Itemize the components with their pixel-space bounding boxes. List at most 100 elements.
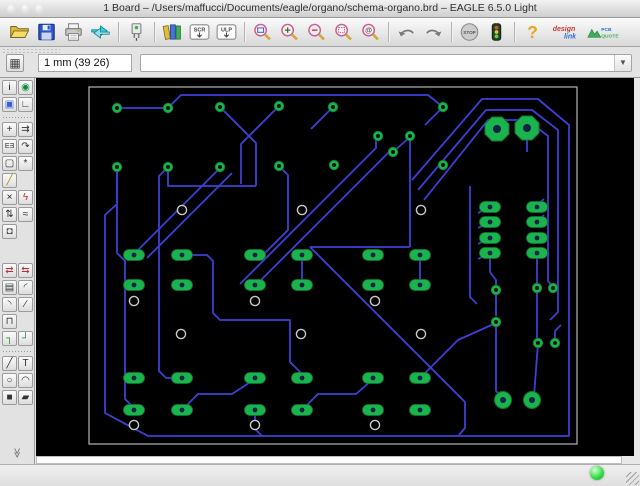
- pcb-drill-hole[interactable]: [249, 419, 261, 431]
- help-icon: ?: [527, 22, 538, 42]
- ripup-tool-button[interactable]: ϟ: [18, 190, 33, 205]
- delete-tool-button[interactable]: ×: [2, 190, 17, 205]
- pcb-trace[interactable]: [158, 166, 180, 379]
- pinswap-tool-button[interactable]: ⇄: [2, 263, 17, 278]
- library-button[interactable]: [160, 20, 185, 44]
- undo-button[interactable]: [394, 20, 419, 44]
- pcb-pad-hole: [332, 163, 336, 167]
- svg-text:STOP: STOP: [463, 30, 475, 35]
- run-ulp-button[interactable]: ULP: [214, 20, 239, 44]
- pcb-drill-hole[interactable]: [415, 328, 427, 340]
- rect-tool-button[interactable]: ■: [2, 390, 17, 405]
- signal-tool-button[interactable]: ⊓: [2, 314, 17, 329]
- cam-processor-button[interactable]: [88, 20, 113, 44]
- pcb-quote-button[interactable]: PCB QUOTE: [585, 20, 621, 44]
- wire-tool-button[interactable]: ╱: [2, 173, 17, 188]
- pcb-pad-hole: [493, 125, 501, 133]
- pcb-trace[interactable]: [249, 151, 390, 292]
- pcb-drill-hole[interactable]: [369, 295, 381, 307]
- gateswap-tool-button[interactable]: ⇆: [18, 263, 33, 278]
- pcb-trace[interactable]: [495, 322, 503, 398]
- wire2-tool-button[interactable]: ╱: [2, 356, 17, 371]
- pcb-trace[interactable]: [219, 106, 257, 186]
- pcb-drill-hole[interactable]: [249, 295, 261, 307]
- print-button[interactable]: [61, 20, 86, 44]
- mark-tool-button[interactable]: ∟: [18, 97, 33, 112]
- pcb-trace[interactable]: [240, 105, 280, 184]
- pcb-pad-hole: [534, 250, 540, 256]
- combo-dropdown-arrow[interactable]: ▼: [614, 55, 631, 71]
- pcb-drill-hole[interactable]: [295, 328, 307, 340]
- svg-text:design: design: [553, 26, 576, 33]
- smd-tool-button[interactable]: ▤: [2, 280, 17, 295]
- line-tool-button[interactable]: ∕: [18, 297, 33, 312]
- pcb-trace[interactable]: [104, 98, 570, 437]
- pcb-drill-hole[interactable]: [175, 328, 187, 340]
- run-script-button[interactable]: SCR: [187, 20, 212, 44]
- split-tool-button[interactable]: ⇅: [2, 207, 17, 222]
- toolbar-separator: [451, 22, 452, 42]
- display-tool-button[interactable]: ▣: [2, 97, 17, 112]
- board-outline[interactable]: [88, 86, 578, 445]
- pcb-pad-hole: [299, 282, 305, 288]
- pcb-drill-hole[interactable]: [296, 204, 308, 216]
- stop-button[interactable]: STOP: [457, 20, 482, 44]
- circle-tool-button[interactable]: ○: [2, 373, 17, 388]
- mirror-tool-button[interactable]: EƎ: [2, 139, 17, 154]
- pcb-drawing[interactable]: [36, 78, 634, 456]
- pcb-pad-hole: [277, 164, 281, 168]
- rotate-tool-button[interactable]: ↷: [18, 139, 33, 154]
- info-tool-button[interactable]: i: [2, 80, 17, 95]
- move-tool-button[interactable]: +: [2, 122, 17, 137]
- help-button[interactable]: ?: [520, 20, 545, 44]
- arc2-tool-button[interactable]: ◠: [18, 373, 33, 388]
- zoom-fit-button[interactable]: [250, 20, 275, 44]
- zoom-in-button[interactable]: [277, 20, 302, 44]
- save-button[interactable]: [34, 20, 59, 44]
- redo-button[interactable]: [421, 20, 446, 44]
- pcb-drill-hole[interactable]: [128, 295, 140, 307]
- pcb-trace[interactable]: [419, 322, 497, 379]
- resize-grip[interactable]: [626, 472, 639, 485]
- open-button[interactable]: [7, 20, 32, 44]
- pcb-drill-hole[interactable]: [128, 419, 140, 431]
- group-tool-button[interactable]: ▢: [2, 156, 17, 171]
- copy-tool-button[interactable]: ⇉: [18, 122, 33, 137]
- board-canvas[interactable]: [36, 78, 634, 456]
- ripup-route-tool-button[interactable]: ┘: [18, 331, 33, 346]
- toolbar-group: [6, 20, 114, 44]
- pcb-trace[interactable]: [469, 186, 478, 305]
- text-tool-button[interactable]: T: [18, 356, 33, 371]
- add-part-button[interactable]: [124, 20, 149, 44]
- arc-tool-button[interactable]: ◝: [2, 297, 17, 312]
- show-tool-button[interactable]: ◉: [18, 80, 33, 95]
- pcb-pad-hole: [179, 407, 185, 413]
- more-tools-button[interactable]: ≫: [10, 445, 24, 461]
- pcb-pad-hole: [252, 407, 258, 413]
- pcb-trace[interactable]: [301, 378, 374, 411]
- grid-button[interactable]: ▦: [6, 54, 24, 72]
- command-input[interactable]: [143, 55, 615, 73]
- design-link-button[interactable]: design link: [547, 20, 583, 44]
- optimize-tool-button[interactable]: ≈: [18, 207, 33, 222]
- zoom-fit-icon: [254, 23, 271, 41]
- pcb-trace[interactable]: [239, 140, 377, 285]
- route-tool-button[interactable]: ┐: [2, 331, 17, 346]
- zoom-select-button[interactable]: [331, 20, 356, 44]
- zoom-out-button[interactable]: [304, 20, 329, 44]
- pcb-trace[interactable]: [181, 378, 256, 411]
- pcb-drill-hole[interactable]: [415, 204, 427, 216]
- pcb-trace[interactable]: [309, 246, 466, 436]
- lock-tool-button[interactable]: ◘: [2, 224, 17, 239]
- miter-tool-button[interactable]: ◜: [18, 280, 33, 295]
- pcb-drill-hole[interactable]: [176, 204, 188, 216]
- polygon-tool-button[interactable]: ▰: [18, 390, 33, 405]
- pcb-trace[interactable]: [182, 254, 303, 378]
- zoom-redraw-button[interactable]: @: [358, 20, 383, 44]
- pcb-trace[interactable]: [167, 94, 444, 109]
- pcb-trace[interactable]: [533, 342, 539, 397]
- pcb-drill-hole[interactable]: [369, 419, 381, 431]
- traffic-light-button[interactable]: [484, 20, 509, 44]
- pcb-pad-hole: [500, 397, 506, 403]
- smash-tool-button[interactable]: *: [18, 156, 33, 171]
